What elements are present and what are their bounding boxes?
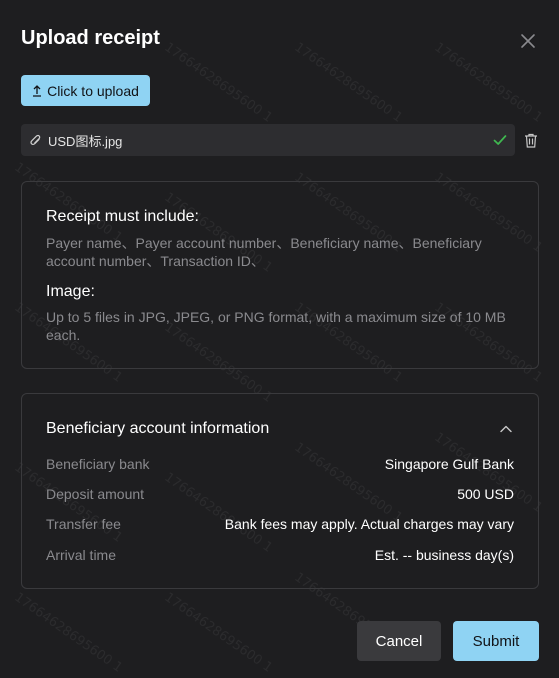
file-name: USD图标.jpg (48, 133, 123, 149)
watermark-text: 17664628695600 1 (11, 590, 126, 676)
submit-button[interactable]: Submit (453, 621, 539, 661)
close-icon[interactable] (517, 30, 539, 52)
beneficiary-info-panel: Beneficiary account information Benefici… (21, 393, 539, 589)
beneficiary-info-title: Beneficiary account information (46, 420, 270, 437)
beneficiary-row-value: Singapore Gulf Bank (384, 456, 514, 472)
cancel-button[interactable]: Cancel (357, 621, 441, 661)
image-requirements-text: Up to 5 files in JPG, JPEG, or PNG forma… (46, 309, 506, 343)
receipt-requirements-heading: Receipt must include: (46, 208, 199, 225)
trash-icon[interactable] (524, 133, 538, 148)
check-icon (493, 135, 507, 145)
beneficiary-row-label: Deposit amount (46, 486, 145, 502)
uploaded-file-item: USD图标.jpg (21, 124, 515, 156)
upload-arrow-icon (33, 84, 42, 97)
upload-button-label: Click to upload (47, 82, 139, 99)
paperclip-icon (30, 134, 41, 145)
image-requirements-heading: Image: (46, 283, 95, 300)
beneficiary-row-value: 500 USD (457, 486, 514, 502)
watermark-text: 17664628695600 1 (161, 40, 276, 126)
beneficiary-row-label: Transfer fee (46, 516, 121, 532)
beneficiary-row-fee: Transfer fee Bank fees may apply. Actual… (46, 514, 514, 534)
dialog-title: Upload receipt (21, 27, 160, 49)
receipt-requirements-panel: Receipt must include: Payer name、Payer a… (21, 181, 539, 369)
beneficiary-row-arrival: Arrival time Est. -- business day(s) (46, 545, 514, 565)
upload-button[interactable]: Click to upload (21, 75, 150, 106)
beneficiary-row-label: Beneficiary bank (46, 456, 150, 472)
upload-receipt-dialog: 17664628695600 1 17664628695600 1 176646… (0, 0, 559, 678)
beneficiary-row-value: Est. -- business day(s) (374, 547, 514, 563)
beneficiary-row-value: Bank fees may apply. Actual charges may … (224, 516, 514, 532)
beneficiary-row-amount: Deposit amount 500 USD (46, 484, 514, 504)
beneficiary-row-bank: Beneficiary bank Singapore Gulf Bank (46, 454, 514, 474)
beneficiary-row-label: Arrival time (46, 547, 117, 563)
receipt-requirements-text: Payer name、Payer account number、Benefici… (46, 235, 482, 269)
watermark-text: 17664628695600 1 (431, 40, 546, 126)
watermark-text: 17664628695600 1 (161, 590, 276, 676)
watermark-text: 17664628695600 1 (291, 40, 406, 126)
chevron-up-icon[interactable] (499, 422, 513, 436)
